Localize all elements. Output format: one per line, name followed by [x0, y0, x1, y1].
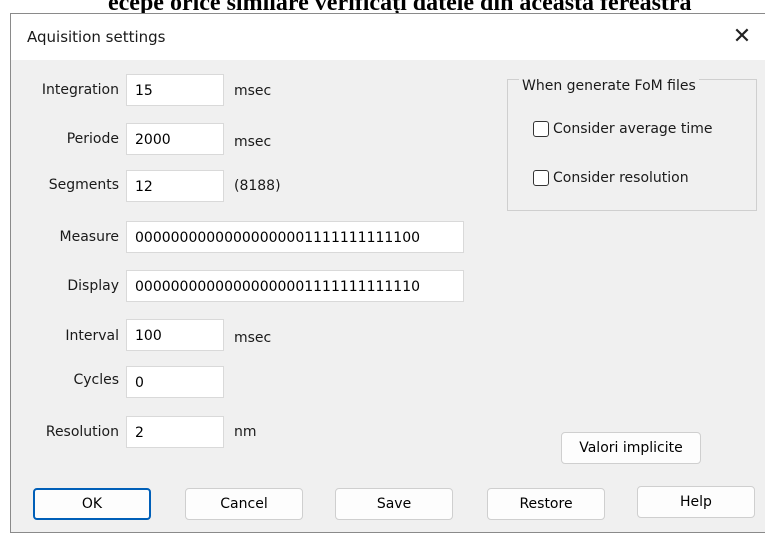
consider-average-time-label: Consider average time [553, 121, 713, 137]
cycles-label: Cycles [73, 372, 119, 388]
help-button[interactable]: Help [637, 486, 755, 518]
measure-label: Measure [59, 229, 120, 245]
segments-label: Segments [48, 177, 119, 193]
periode-label: Periode [66, 131, 119, 147]
consider-resolution-option[interactable]: Consider resolution [533, 170, 689, 186]
periode-input[interactable]: 2000 [126, 123, 224, 155]
integration-label: Integration [41, 82, 119, 98]
interval-input[interactable]: 100 [126, 319, 224, 351]
cycles-input[interactable]: 0 [126, 366, 224, 398]
dialog-title: Aquisition settings [27, 28, 166, 46]
acquisition-settings-dialog: Aquisition settings ✕ Integration 15 mse… [10, 13, 765, 533]
consider-average-time-checkbox[interactable] [533, 121, 549, 137]
interval-unit: msec [234, 330, 272, 346]
resolution-input[interactable]: 2 [126, 416, 224, 448]
close-icon[interactable]: ✕ [725, 20, 759, 54]
periode-unit: msec [234, 134, 272, 150]
integration-input[interactable]: 15 [126, 74, 224, 106]
consider-resolution-checkbox[interactable] [533, 170, 549, 186]
interval-label: Interval [65, 328, 119, 344]
segments-count: (8188) [234, 178, 281, 194]
title-bar[interactable]: Aquisition settings ✕ [11, 14, 765, 60]
fom-options-group [507, 79, 757, 211]
resolution-label: Resolution [45, 424, 119, 440]
fom-group-title: When generate FoM files [519, 78, 699, 94]
restore-button[interactable]: Restore [487, 488, 605, 520]
consider-average-time-option[interactable]: Consider average time [533, 121, 713, 137]
display-input[interactable]: 00000000000000000001111111111110 [126, 270, 464, 302]
measure-input[interactable]: 00000000000000000001111111111100 [126, 221, 464, 253]
save-button[interactable]: Save [335, 488, 453, 520]
restore-defaults-button[interactable]: Valori implicite [561, 432, 701, 464]
segments-input[interactable]: 12 [126, 170, 224, 202]
display-label: Display [67, 278, 119, 294]
cancel-button[interactable]: Cancel [185, 488, 303, 520]
integration-unit: msec [234, 83, 272, 99]
resolution-unit: nm [234, 424, 257, 440]
consider-resolution-label: Consider resolution [553, 170, 689, 186]
ok-button[interactable]: OK [33, 488, 151, 520]
